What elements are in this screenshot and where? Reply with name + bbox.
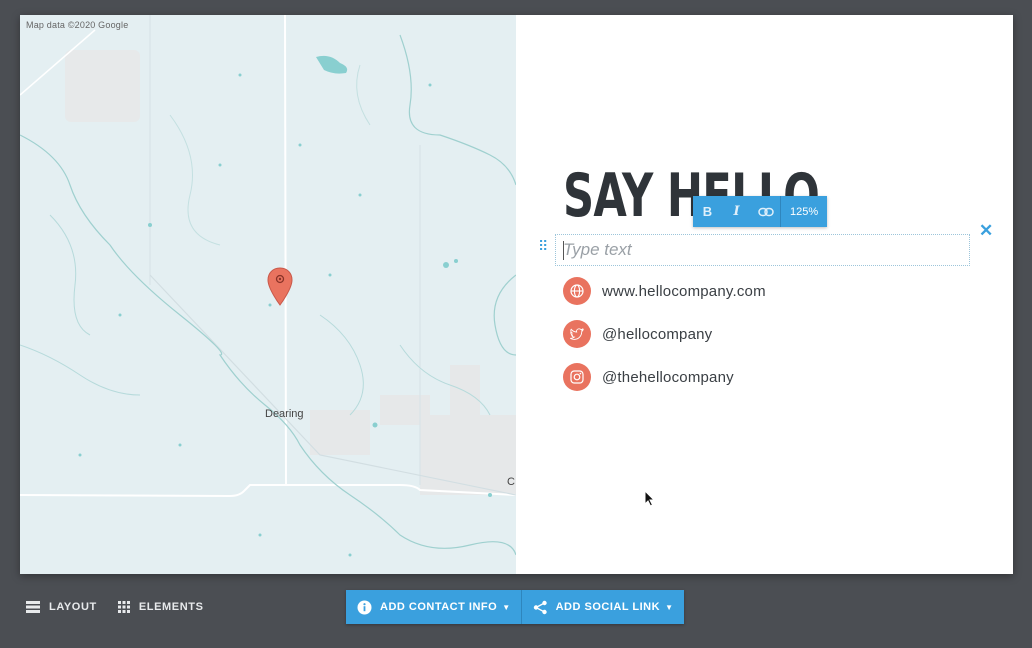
contact-instagram-text: @thehellocompany xyxy=(602,368,734,386)
map-edge-label: C xyxy=(507,476,515,488)
close-icon[interactable]: ✕ xyxy=(979,221,993,241)
chevron-down-icon: ▼ xyxy=(502,602,511,612)
contact-item-instagram[interactable]: @thehellocompany xyxy=(563,363,734,391)
chevron-down-icon: ▼ xyxy=(665,602,674,612)
add-social-link-label: ADD SOCIAL LINK xyxy=(555,601,661,613)
elements-button[interactable]: ELEMENTS xyxy=(117,601,204,613)
layout-icon xyxy=(26,601,40,613)
editor-tools: LAYOUT ELEMENTS xyxy=(26,601,225,613)
contact-panel: SAY HELLO B I 125% ⠿ Type text ✕ www.hel… xyxy=(516,15,1013,574)
text-format-toolbar: B I 125% xyxy=(693,196,828,227)
contact-item-website[interactable]: www.hellocompany.com xyxy=(563,277,766,305)
italic-button[interactable]: I xyxy=(722,196,751,227)
contact-item-twitter[interactable]: @hellocompany xyxy=(563,320,712,348)
share-icon xyxy=(533,600,547,614)
link-icon xyxy=(757,207,774,216)
elements-label: ELEMENTS xyxy=(138,601,204,613)
add-contact-info-label: ADD CONTACT INFO xyxy=(380,601,498,613)
text-input[interactable]: Type text xyxy=(555,234,970,266)
contact-twitter-text: @hellocompany xyxy=(602,325,713,343)
mouse-cursor-icon xyxy=(644,489,656,512)
globe-icon xyxy=(563,277,591,305)
info-icon xyxy=(357,600,372,614)
layout-button[interactable]: LAYOUT xyxy=(26,601,97,613)
add-actions-bar: ADD CONTACT INFO ▼ ADD SOCIAL LINK ▼ xyxy=(346,590,684,624)
link-button[interactable] xyxy=(751,196,780,227)
map-attribution: Map data ©2020 Google xyxy=(26,20,129,30)
zoom-level-button[interactable]: 125% xyxy=(780,196,827,227)
contact-website-text: www.hellocompany.com xyxy=(602,282,766,300)
add-contact-info-button[interactable]: ADD CONTACT INFO ▼ xyxy=(346,590,521,624)
map[interactable]: Map data ©2020 Google Dearing C xyxy=(20,15,516,574)
drag-handle-icon[interactable]: ⠿ xyxy=(538,239,548,253)
add-social-link-button[interactable]: ADD SOCIAL LINK ▼ xyxy=(520,590,684,624)
grid-icon xyxy=(117,601,130,613)
page-canvas: Map data ©2020 Google Dearing C SAY HELL… xyxy=(20,15,1013,574)
layout-label: LAYOUT xyxy=(49,601,97,613)
map-town-label: Dearing xyxy=(265,408,304,420)
twitter-icon xyxy=(563,320,591,348)
instagram-icon xyxy=(563,363,591,391)
bold-button[interactable]: B xyxy=(693,196,722,227)
